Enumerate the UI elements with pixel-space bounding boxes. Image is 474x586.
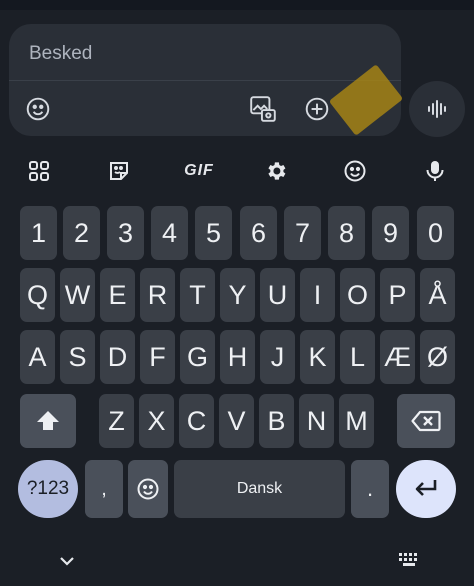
key-0[interactable]: 0 — [417, 206, 454, 260]
key-b[interactable]: B — [259, 394, 294, 448]
key-4[interactable]: 4 — [151, 206, 188, 260]
hide-keyboard-icon — [60, 557, 74, 566]
key-r[interactable]: R — [140, 268, 175, 322]
add-icon — [305, 97, 329, 121]
apps-grid-icon — [29, 161, 49, 181]
key-aa[interactable]: Å — [420, 268, 455, 322]
key-g[interactable]: G — [180, 330, 215, 384]
key-x[interactable]: X — [139, 394, 174, 448]
key-j[interactable]: J — [260, 330, 295, 384]
key-e[interactable]: E — [100, 268, 135, 322]
key-k[interactable]: K — [300, 330, 335, 384]
add-button[interactable] — [302, 94, 332, 124]
key-h[interactable]: H — [220, 330, 255, 384]
attach-gallery-button[interactable] — [246, 92, 280, 126]
comma-key[interactable]: , — [85, 460, 123, 518]
key-c[interactable]: C — [179, 394, 214, 448]
emoji-button[interactable] — [23, 94, 53, 124]
key-v[interactable]: V — [219, 394, 254, 448]
emoji-icon — [344, 160, 366, 182]
voice-wave-icon — [428, 100, 446, 118]
key-l[interactable]: L — [340, 330, 375, 384]
message-input[interactable] — [27, 40, 381, 68]
key-a[interactable]: A — [20, 330, 55, 384]
backspace-icon — [411, 410, 441, 432]
settings-button[interactable] — [258, 156, 294, 186]
sticker-icon — [110, 162, 128, 180]
emoji-icon — [26, 97, 50, 121]
key-3[interactable]: 3 — [107, 206, 144, 260]
key-2[interactable]: 2 — [63, 206, 100, 260]
key-s[interactable]: S — [60, 330, 95, 384]
hide-keyboard-button[interactable] — [56, 550, 78, 572]
space-key[interactable]: Dansk — [174, 460, 345, 518]
symbols-key[interactable]: ?123 — [18, 460, 78, 518]
settings-icon — [268, 162, 286, 180]
mic-icon — [426, 161, 444, 181]
shift-icon — [37, 411, 59, 430]
key-i[interactable]: I — [300, 268, 335, 322]
emoji-toolbar-button[interactable] — [337, 156, 373, 186]
apps-button[interactable] — [21, 156, 57, 186]
voice-message-button[interactable] — [409, 81, 465, 137]
key-d[interactable]: D — [100, 330, 135, 384]
period-key[interactable]: . — [351, 460, 389, 518]
enter-key[interactable] — [396, 460, 456, 518]
key-8[interactable]: 8 — [328, 206, 365, 260]
backspace-key[interactable] — [397, 394, 455, 448]
keyboard: GIF 1 2 3 4 5 6 7 8 9 0 Q W E R T Y U I … — [0, 142, 474, 586]
key-m[interactable]: M — [339, 394, 374, 448]
key-w[interactable]: W — [60, 268, 95, 322]
key-1[interactable]: 1 — [20, 206, 57, 260]
emoji-key[interactable] — [128, 460, 168, 518]
key-5[interactable]: 5 — [195, 206, 232, 260]
key-z[interactable]: Z — [99, 394, 134, 448]
voice-input-button[interactable] — [417, 156, 453, 186]
enter-icon — [415, 480, 437, 496]
gif-label: GIF — [184, 162, 214, 179]
key-9[interactable]: 9 — [372, 206, 409, 260]
key-p[interactable]: P — [380, 268, 415, 322]
keyboard-icon — [399, 553, 417, 566]
key-6[interactable]: 6 — [240, 206, 277, 260]
key-f[interactable]: F — [140, 330, 175, 384]
compose-divider — [9, 80, 401, 81]
key-n[interactable]: N — [299, 394, 334, 448]
key-o[interactable]: O — [340, 268, 375, 322]
shift-key[interactable] — [20, 394, 76, 448]
gif-button[interactable]: GIF — [179, 156, 219, 186]
key-7[interactable]: 7 — [284, 206, 321, 260]
key-t[interactable]: T — [180, 268, 215, 322]
gallery-attach-icon — [250, 96, 276, 122]
emoji-icon — [137, 478, 159, 500]
key-oe[interactable]: Ø — [420, 330, 455, 384]
key-ae[interactable]: Æ — [380, 330, 415, 384]
keyboard-nav-bar — [0, 546, 474, 586]
sticker-button[interactable] — [101, 156, 137, 186]
key-q[interactable]: Q — [20, 268, 55, 322]
status-strip — [0, 0, 474, 10]
key-u[interactable]: U — [260, 268, 295, 322]
key-y[interactable]: Y — [220, 268, 255, 322]
switch-keyboard-button[interactable] — [396, 550, 422, 570]
